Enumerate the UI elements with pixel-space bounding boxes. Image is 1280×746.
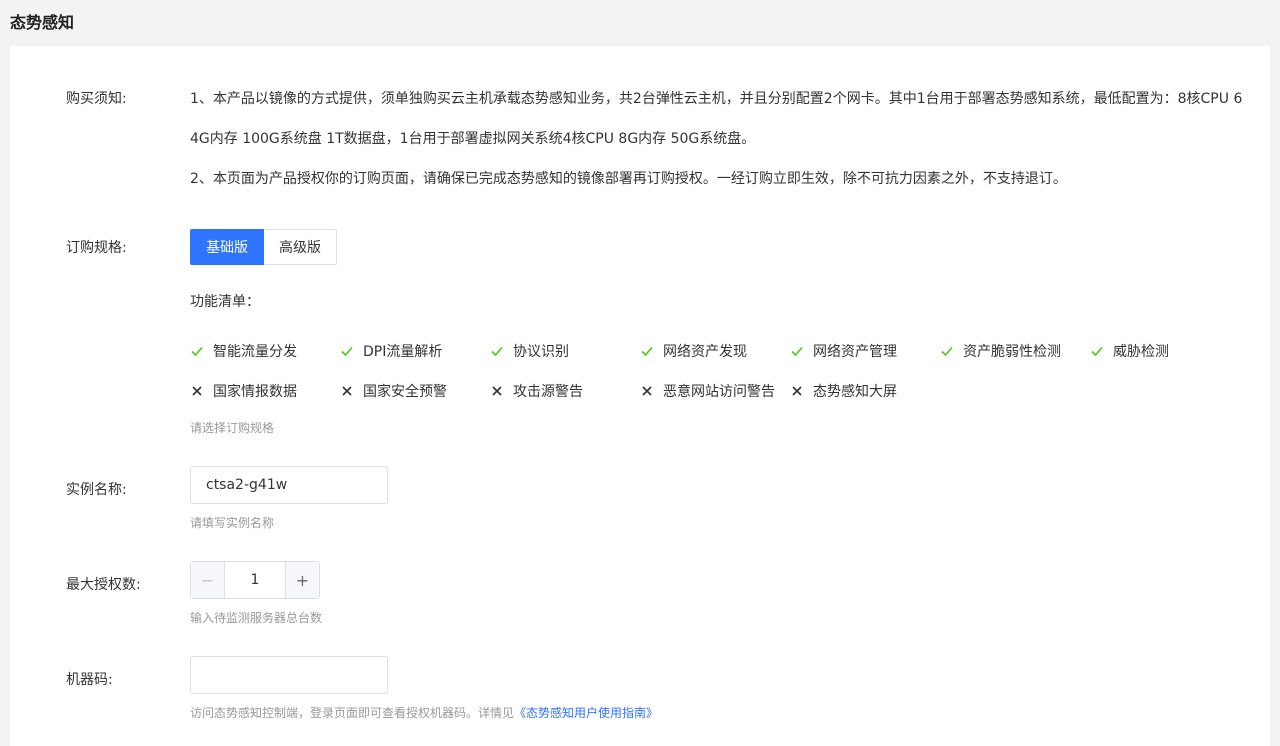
check-icon — [340, 344, 354, 358]
instance-name-label: 实例名称: — [66, 482, 127, 498]
notice-line-2: 4G内存 100G系统盘 1T数据盘，1台用于部署虚拟网关系统4核CPU 8G内… — [190, 131, 756, 147]
max-auth-hint: 输入待监测服务器总台数 — [190, 611, 323, 625]
feature-label: 攻击源警告 — [513, 384, 583, 400]
page-title: 态势感知 — [10, 13, 75, 32]
check-icon — [190, 344, 204, 358]
feature-label: 网络资产发现 — [663, 344, 747, 360]
order-panel: 购买须知: 1、本产品以镜像的方式提供，须单独购买云主机承载态势感知业务，共2台… — [10, 46, 1270, 746]
feature-item-included: 资产脆弱性检测 — [940, 341, 1061, 361]
check-icon — [940, 344, 954, 358]
feature-item-included: 协议识别 — [490, 341, 569, 361]
feature-item-included: 网络资产管理 — [790, 341, 897, 361]
feature-item-included: DPI流量解析 — [340, 341, 442, 361]
close-icon — [640, 384, 654, 398]
machine-code-hint-text: 访问态势感知控制端，登录页面即可查看授权机器码。详情见 — [190, 706, 515, 720]
feature-label: 网络资产管理 — [813, 344, 897, 360]
check-icon — [490, 344, 504, 358]
max-auth-value[interactable]: 1 — [225, 562, 285, 598]
machine-code-hint: 访问态势感知控制端，登录页面即可查看授权机器码。详情见《态势感知用户使用指南》 — [190, 704, 658, 721]
feature-label: 协议识别 — [513, 344, 569, 360]
feature-item-included: 威胁检测 — [1090, 341, 1169, 361]
increment-button[interactable]: + — [285, 562, 319, 598]
feature-label: 态势感知大屏 — [813, 384, 897, 400]
feature-label: 威胁检测 — [1113, 344, 1169, 360]
spec-hint: 请选择订购规格 — [190, 421, 275, 435]
user-guide-link[interactable]: 《态势感知用户使用指南》 — [514, 706, 658, 720]
feature-item-included: 网络资产发现 — [640, 341, 747, 361]
feature-item-excluded: 攻击源警告 — [490, 381, 583, 401]
feature-label: 智能流量分发 — [213, 344, 297, 360]
notice-label: 购买须知: — [66, 91, 127, 107]
close-icon — [790, 384, 804, 398]
spec-toggle-group: 基础版 高级版 — [190, 229, 337, 265]
decrement-button[interactable]: − — [191, 562, 225, 598]
feature-label: 恶意网站访问警告 — [663, 384, 775, 400]
close-icon — [190, 384, 204, 398]
feature-label: 国家情报数据 — [213, 384, 297, 400]
feature-item-included: 智能流量分发 — [190, 341, 297, 361]
max-auth-label: 最大授权数: — [66, 577, 141, 593]
machine-code-input[interactable] — [190, 656, 388, 694]
feature-item-excluded: 态势感知大屏 — [790, 381, 897, 401]
spec-label: 订购规格: — [66, 240, 127, 256]
check-icon — [790, 344, 804, 358]
close-icon — [490, 384, 504, 398]
feature-item-excluded: 国家情报数据 — [190, 381, 297, 401]
feature-label: 国家安全预警 — [363, 384, 447, 400]
feature-list-title: 功能清单： — [190, 294, 260, 310]
spec-advanced-button[interactable]: 高级版 — [264, 229, 337, 265]
machine-code-label: 机器码: — [66, 672, 113, 688]
feature-label: DPI流量解析 — [363, 344, 443, 360]
max-auth-stepper: − 1 + — [190, 561, 320, 599]
feature-item-excluded: 恶意网站访问警告 — [640, 381, 775, 401]
instance-name-input[interactable] — [190, 466, 388, 504]
feature-item-excluded: 国家安全预警 — [340, 381, 447, 401]
spec-basic-button[interactable]: 基础版 — [190, 229, 264, 265]
notice-line-1: 1、本产品以镜像的方式提供，须单独购买云主机承载态势感知业务，共2台弹性云主机，… — [190, 91, 1243, 107]
close-icon — [340, 384, 354, 398]
check-icon — [1090, 344, 1104, 358]
check-icon — [640, 344, 654, 358]
instance-name-hint: 请填写实例名称 — [190, 516, 275, 530]
feature-label: 资产脆弱性检测 — [963, 344, 1061, 360]
notice-line-3: 2、本页面为产品授权你的订购页面，请确保已完成态势感知的镜像部署再订购授权。一经… — [190, 171, 1067, 187]
